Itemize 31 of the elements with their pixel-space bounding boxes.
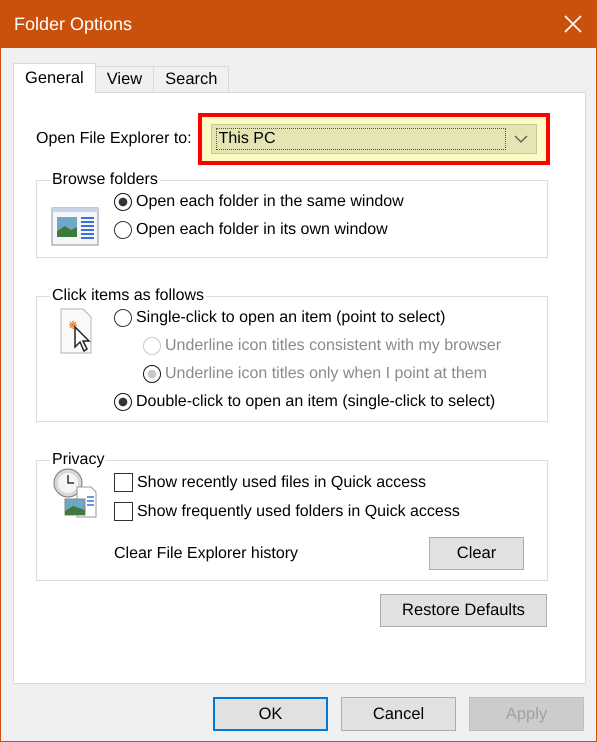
radio-label: Single-click to open an item (point to select) xyxy=(136,309,446,327)
radio-label: Underline icon titles only when I point at them xyxy=(165,365,487,383)
chevron-down-icon xyxy=(514,135,528,143)
radio-button[interactable] xyxy=(114,193,132,211)
radio-label: Open each folder in the same window xyxy=(136,193,404,211)
radio-button[interactable] xyxy=(114,393,132,411)
radio-label: Open each folder in its own window xyxy=(136,221,388,239)
radio-button[interactable] xyxy=(114,309,132,327)
close-icon xyxy=(564,15,582,33)
checkbox-label: Show recently used files in Quick access xyxy=(137,474,426,492)
clear-button[interactable]: Clear xyxy=(429,537,524,570)
checkbox[interactable] xyxy=(114,473,133,492)
checkbox-label: Show frequently used folders in Quick access xyxy=(137,502,460,520)
clear-history-label: Clear File Explorer history xyxy=(114,544,298,562)
restore-defaults-button[interactable]: Restore Defaults xyxy=(380,594,547,627)
radio-label: Double-click to open an item (single-click to select) xyxy=(136,393,496,411)
dialog-button[interactable]: Cancel xyxy=(341,697,456,731)
open-to-dropdown[interactable]: This PC xyxy=(210,124,537,154)
window-icon xyxy=(51,207,99,247)
window-title: Folder Options xyxy=(14,14,132,34)
dialog-button[interactable]: OK xyxy=(213,697,328,731)
radio-label: Underline icon titles consistent with my browser xyxy=(165,337,502,355)
open-to-label: Open File Explorer to: xyxy=(36,130,192,148)
checkbox[interactable] xyxy=(114,502,133,521)
clock-document-icon xyxy=(51,467,99,519)
group-title: Browse folders xyxy=(51,171,159,189)
radio-button[interactable] xyxy=(114,221,132,239)
group-title: Privacy xyxy=(51,451,106,469)
tab[interactable]: Search xyxy=(153,66,230,92)
tab[interactable]: General xyxy=(13,63,96,93)
group-title: Click items as follows xyxy=(51,287,206,305)
